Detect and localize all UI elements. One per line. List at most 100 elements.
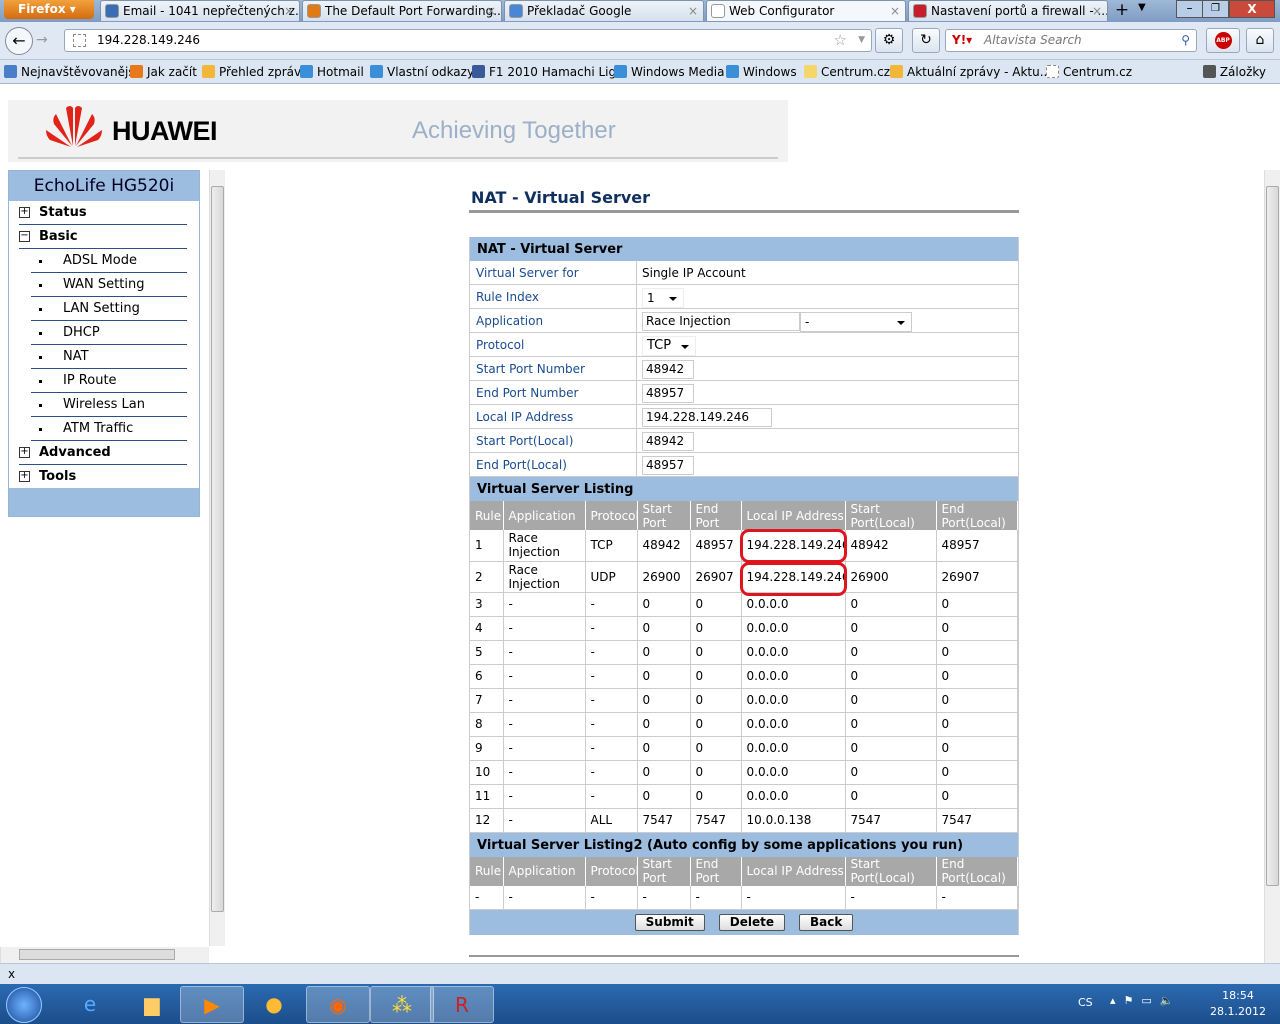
start-port-input[interactable]: 48942 bbox=[642, 360, 694, 379]
expand-icon[interactable]: + bbox=[19, 447, 30, 458]
sidebar-item-dhcp[interactable]: DHCP bbox=[31, 321, 187, 345]
bookmark-item[interactable]: Nejnavštěvovanější bbox=[4, 60, 138, 84]
start-button[interactable] bbox=[6, 987, 42, 1023]
table-cell: 0.0.0.0 bbox=[741, 688, 846, 713]
sidebar-item-basic[interactable]: − Basic bbox=[19, 225, 187, 249]
bookmark-item[interactable]: Hotmail bbox=[300, 60, 364, 84]
frame-scroll-thumb[interactable] bbox=[211, 186, 224, 912]
ie-icon[interactable]: e bbox=[58, 986, 122, 1023]
list-tabs-button[interactable]: ▼ bbox=[1138, 2, 1146, 13]
adblock-button[interactable]: ABP bbox=[1206, 28, 1240, 53]
sidebar-item-label: ADSL Mode bbox=[63, 253, 137, 268]
bookmark-item[interactable]: Windows Media bbox=[614, 60, 724, 84]
firefox-icon[interactable]: ◉ bbox=[306, 986, 370, 1023]
back-button-page[interactable]: Back bbox=[799, 914, 854, 931]
row-start-port: Start Port Number 48942 bbox=[470, 357, 1018, 381]
sidebar-item-lan-setting[interactable]: LAN Setting bbox=[31, 297, 187, 321]
firefox-menu-button[interactable]: Firefox ▾ bbox=[4, 0, 94, 19]
bookmark-label: Aktuální zprávy - Aktu... bbox=[907, 65, 1052, 79]
local-ip-input[interactable]: 194.228.149.246 bbox=[642, 408, 772, 427]
bookmark-item[interactable]: Jak začít bbox=[130, 60, 197, 84]
table-cell: 5 bbox=[470, 640, 504, 665]
reload-button[interactable]: ↻ bbox=[912, 28, 940, 53]
sidebar-item-status[interactable]: + Status bbox=[19, 201, 187, 225]
tab-close-icon[interactable]: × bbox=[284, 1, 294, 21]
explorer-icon[interactable]: ▆ bbox=[120, 986, 184, 1023]
submit-button[interactable]: Submit bbox=[634, 914, 705, 931]
sidebar-item-wireless-lan[interactable]: Wireless Lan bbox=[31, 393, 187, 417]
sidebar-item-wan-setting[interactable]: WAN Setting bbox=[31, 273, 187, 297]
page-scroll-thumb[interactable] bbox=[1266, 186, 1279, 886]
hamachi-icon[interactable]: ⁂ bbox=[370, 986, 434, 1023]
clock[interactable]: 18:54 28.1.2012 bbox=[1210, 988, 1266, 1020]
maximize-button[interactable]: ❐ bbox=[1202, 0, 1229, 18]
race-game-icon[interactable]: R bbox=[430, 986, 494, 1023]
bookmark-item[interactable]: Přehled zpráv bbox=[202, 60, 301, 84]
url-bar[interactable]: 194.228.149.246 ☆ ▼ bbox=[64, 29, 872, 52]
tab-close-icon[interactable]: × bbox=[688, 1, 698, 21]
sidebar-item-adsl-mode[interactable]: ADSL Mode bbox=[31, 249, 187, 273]
forward-button[interactable]: → bbox=[36, 32, 48, 48]
new-tab-button[interactable]: + bbox=[1110, 0, 1134, 21]
back-button[interactable]: ← bbox=[5, 27, 33, 55]
application-select[interactable]: - bbox=[800, 311, 912, 332]
expand-icon[interactable]: + bbox=[19, 207, 30, 218]
frame-horizontal-scrollbar[interactable] bbox=[0, 947, 209, 963]
sidebar-item-atm-traffic[interactable]: ATM Traffic bbox=[31, 417, 187, 441]
sidebar-item-nat[interactable]: NAT bbox=[31, 345, 187, 369]
tab-close-icon[interactable]: × bbox=[486, 1, 496, 21]
messenger-icon[interactable]: ● bbox=[242, 986, 306, 1023]
minimize-button[interactable]: – bbox=[1176, 0, 1203, 18]
collapse-icon[interactable]: − bbox=[19, 231, 30, 242]
tab-favicon-icon bbox=[307, 4, 321, 18]
table-cell: 0 bbox=[637, 760, 691, 785]
expand-icon[interactable]: + bbox=[19, 471, 30, 482]
browser-tab[interactable]: Email - 1041 nepřečtených z... × bbox=[100, 0, 300, 21]
bookmark-item[interactable]: Windows bbox=[726, 60, 797, 84]
browser-tab[interactable]: Nastavení portů a firewall - ... × bbox=[908, 0, 1108, 21]
search-icon[interactable]: ⚲ bbox=[1181, 30, 1190, 51]
start-port-local-input[interactable]: 48942 bbox=[642, 432, 694, 451]
search-engine-icon[interactable]: Y!▾ bbox=[952, 30, 972, 51]
search-input[interactable]: Y!▾ Altavista Search ⚲ bbox=[945, 29, 1197, 52]
frame-hscroll-thumb[interactable] bbox=[19, 949, 175, 960]
sidebar-item-advanced[interactable]: + Advanced bbox=[19, 441, 187, 465]
date: 28.1.2012 bbox=[1210, 1005, 1266, 1018]
rule-index-select[interactable]: 1 bbox=[642, 287, 684, 308]
browser-tab[interactable]: The Default Port Forwarding... × bbox=[302, 0, 502, 21]
table-cell: 0 bbox=[690, 592, 742, 617]
bookmark-item[interactable]: F1 2010 Hamachi Liga bbox=[472, 60, 623, 84]
frame-vertical-scrollbar[interactable] bbox=[209, 170, 225, 946]
tab-close-icon[interactable]: × bbox=[890, 1, 900, 21]
addon-bar-close[interactable]: x bbox=[8, 967, 15, 981]
browser-tab[interactable]: Překladač Google × bbox=[504, 0, 704, 21]
delete-button[interactable]: Delete bbox=[718, 914, 786, 931]
sidebar-item-tools[interactable]: + Tools bbox=[19, 465, 187, 489]
tab-title: Web Configurator bbox=[729, 4, 835, 18]
url-dropdown-icon[interactable]: ▼ bbox=[858, 30, 865, 51]
browser-tab[interactable]: Web Configurator × bbox=[706, 0, 906, 21]
addons-button[interactable]: ⚙ bbox=[875, 28, 903, 53]
end-port-input[interactable]: 48957 bbox=[642, 384, 694, 403]
protocol-select[interactable]: TCP bbox=[642, 335, 696, 356]
label: Local IP Address bbox=[470, 405, 637, 428]
home-button[interactable]: ⌂ bbox=[1246, 28, 1274, 53]
sidebar-item-label: IP Route bbox=[63, 373, 117, 388]
tray-icons[interactable]: ▴⚑▭🔈 bbox=[1110, 994, 1181, 1007]
bookmark-item[interactable]: Centrum.cz bbox=[1046, 60, 1132, 84]
page-vertical-scrollbar[interactable] bbox=[1264, 170, 1280, 963]
bookmark-item[interactable]: Centrum.cz bbox=[804, 60, 890, 84]
tab-close-icon[interactable]: × bbox=[1092, 1, 1102, 21]
bookmark-item[interactable]: Aktuální zprávy - Aktu... bbox=[890, 60, 1051, 84]
end-port-local-input[interactable]: 48957 bbox=[642, 456, 694, 475]
media-player-icon[interactable]: ▶ bbox=[180, 986, 244, 1023]
tab-title: Nastavení portů a firewall - ... bbox=[931, 4, 1108, 18]
close-window-button[interactable]: X bbox=[1229, 0, 1275, 18]
application-input[interactable]: Race Injection bbox=[642, 312, 800, 331]
bookmark-item[interactable]: Vlastní odkazy bbox=[370, 60, 474, 84]
bookmark-star-icon[interactable]: ☆ bbox=[834, 30, 847, 51]
bookmarks-menu[interactable]: Záložky bbox=[1202, 60, 1266, 84]
sidebar-item-ip-route[interactable]: IP Route bbox=[31, 369, 187, 393]
table-cell: - bbox=[585, 885, 638, 910]
language-indicator[interactable]: CS bbox=[1078, 996, 1093, 1009]
